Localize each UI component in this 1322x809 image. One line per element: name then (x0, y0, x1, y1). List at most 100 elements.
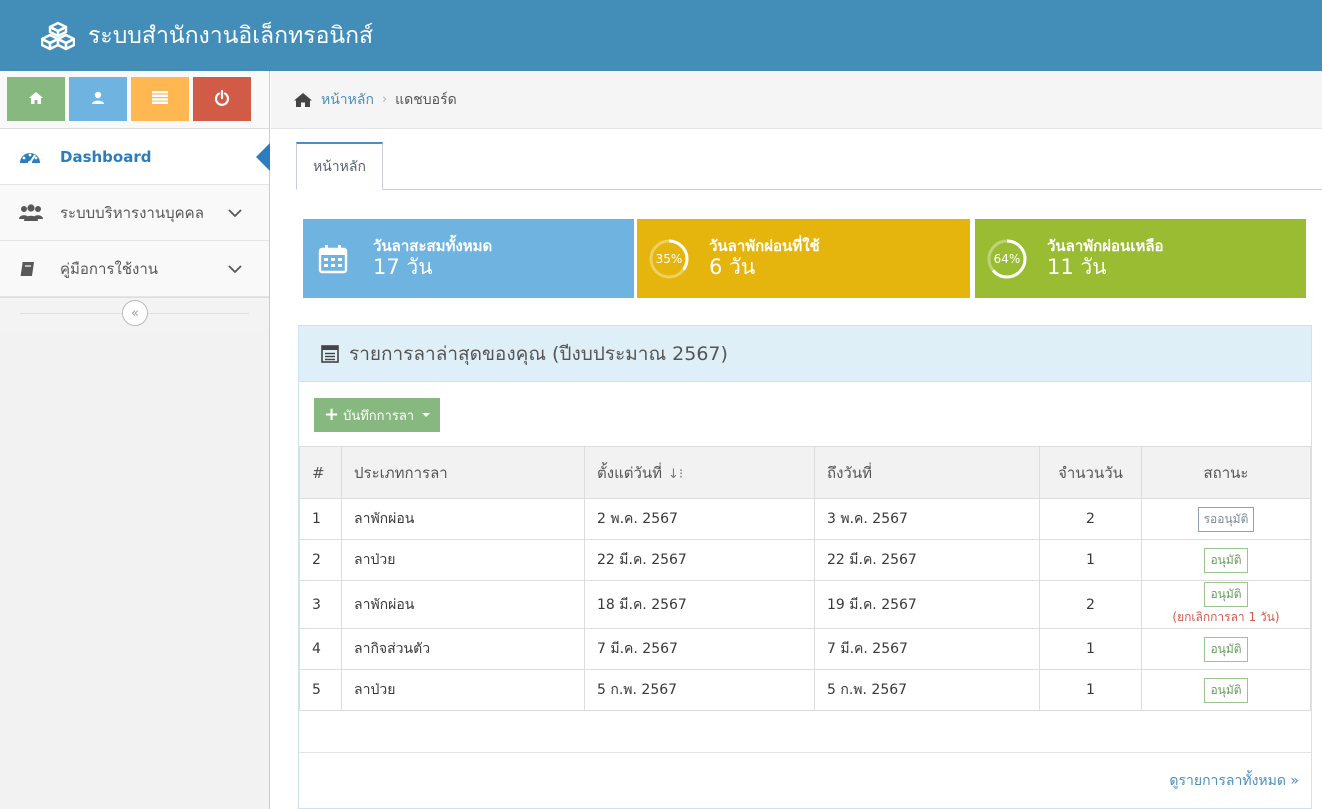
active-indicator (256, 143, 270, 171)
shortcut-home-button[interactable] (7, 77, 65, 121)
breadcrumb-home-link[interactable]: หน้าหลัก (321, 89, 374, 111)
cell-status: อนุมัติ (1141, 669, 1311, 711)
cell-type: ลากิจส่วนตัว (341, 628, 585, 670)
infobox-value: 11 วัน (1047, 255, 1107, 280)
cell-type: ลาพักผ่อน (341, 498, 585, 540)
infobox-value: 6 วัน (709, 255, 756, 280)
cell-no: 5 (299, 669, 342, 711)
status-badge[interactable]: อนุมัติ (1204, 636, 1248, 662)
progress-ring: 35% (649, 239, 689, 279)
col-header-type: ประเภทการลา (341, 446, 585, 499)
widget-header: รายการลาล่าสุดของคุณ (ปีงบประมาณ 2567) (299, 326, 1311, 382)
table-list-icon (321, 344, 343, 364)
progress-percent: 35% (655, 251, 683, 266)
sidebar-item-label: คู่มือการใช้งาน (60, 259, 158, 278)
shortcut-profile-button[interactable] (69, 77, 127, 121)
sidebar: Dashboard ระบบบริหารงานบุคคล คู่มือการใช… (0, 71, 270, 809)
calendar-icon (313, 239, 353, 279)
col-header-days: จำนวนวัน (1039, 446, 1142, 499)
sidebar-item-manual[interactable]: คู่มือการใช้งาน (0, 241, 269, 297)
app-title[interactable]: ระบบสำนักงานอิเล็กทรอนิกส์ (88, 18, 373, 54)
chevron-down-icon (225, 203, 245, 223)
cell-status: อนุมัติ (1141, 628, 1311, 670)
table-row: 4 ลากิจส่วนตัว 7 มี.ค. 2567 7 มี.ค. 2567… (299, 628, 1311, 670)
widget-title: รายการลาล่าสุดของคุณ (ปีงบประมาณ 2567) (349, 342, 728, 365)
table-header-row: # ประเภทการลา ตั้งแต่วันที่ ↓⁝ ถึงวันที่ … (299, 446, 1311, 499)
cell-days: 1 (1039, 669, 1142, 711)
caret-down-icon (422, 413, 431, 417)
status-badge[interactable]: อนุมัติ (1204, 582, 1248, 607)
cubes-icon (38, 16, 78, 56)
book-icon (18, 258, 46, 280)
infobox-remaining-vacation: 64% วันลาพักผ่อนเหลือ 11 วัน (975, 219, 1306, 298)
cell-type: ลาป่วย (341, 539, 585, 581)
status-badge[interactable]: อนุมัติ (1204, 677, 1248, 703)
sidebar-item-label: Dashboard (60, 147, 152, 166)
cell-to: 3 พ.ค. 2567 (814, 498, 1040, 540)
progress-percent: 64% (993, 251, 1021, 266)
list-icon (152, 91, 168, 107)
tab-bar: หน้าหลัก (296, 142, 1322, 190)
col-header-no: # (299, 446, 342, 499)
cell-days: 2 (1039, 580, 1142, 629)
infobox-content: วันลาสะสมทั้งหมด 17 วัน (373, 238, 492, 280)
sidebar-collapse-button[interactable]: « (122, 300, 148, 326)
sidebar-item-label: ระบบบริหารงานบุคคล (60, 203, 204, 222)
cell-from: 7 มี.ค. 2567 (584, 628, 815, 670)
cell-no: 1 (299, 498, 342, 540)
sidebar-shortcuts (0, 71, 269, 129)
tab-home[interactable]: หน้าหลัก (296, 142, 383, 190)
widget-body: + บันทึกการลา # ประเภทการลา ตั้งแต่วันที… (299, 382, 1311, 754)
cell-from: 2 พ.ค. 2567 (584, 498, 815, 540)
infobox-content: วันลาพักผ่อนที่ใช้ 6 วัน (709, 238, 820, 280)
cell-type: ลาพักผ่อน (341, 580, 585, 629)
users-icon (18, 202, 46, 224)
shortcut-list-button[interactable] (131, 77, 189, 121)
widget-footer: ดูรายการลาทั้งหมด » (299, 752, 1311, 808)
cell-from: 18 มี.ค. 2567 (584, 580, 815, 629)
cell-from: 5 ก.พ. 2567 (584, 669, 815, 711)
power-icon (214, 89, 230, 109)
cell-to: 22 มี.ค. 2567 (814, 539, 1040, 581)
leave-table: # ประเภทการลา ตั้งแต่วันที่ ↓⁝ ถึงวันที่ … (299, 446, 1311, 711)
sidebar-collapse-row: « (0, 297, 269, 331)
cell-status: อนุมัติ (1141, 539, 1311, 581)
cancel-note: (ยกเลิกการลา 1 วัน) (1172, 610, 1280, 624)
sort-desc-icon: ↓⁝ (668, 466, 684, 482)
cell-to: 5 ก.พ. 2567 (814, 669, 1040, 711)
col-header-from[interactable]: ตั้งแต่วันที่ ↓⁝ (584, 446, 815, 499)
dashboard-icon (18, 146, 46, 168)
add-leave-button[interactable]: + บันทึกการลา (314, 398, 441, 432)
cell-days: 2 (1039, 498, 1142, 540)
sidebar-item-dashboard[interactable]: Dashboard (0, 129, 270, 185)
home-icon (28, 91, 44, 108)
infobox-title: วันลาพักผ่อนที่ใช้ (709, 236, 820, 255)
table-row: 1 ลาพักผ่อน 2 พ.ค. 2567 3 พ.ค. 2567 2 รอ… (299, 498, 1311, 540)
top-navbar: ระบบสำนักงานอิเล็กทรอนิกส์ (0, 0, 1322, 71)
view-all-leave-link[interactable]: ดูรายการลาทั้งหมด » (1169, 770, 1299, 792)
infobox-title: วันลาพักผ่อนเหลือ (1047, 236, 1164, 255)
cell-no: 4 (299, 628, 342, 670)
cell-no: 3 (299, 580, 342, 629)
shortcut-logout-button[interactable] (193, 77, 251, 121)
cell-no: 2 (299, 539, 342, 581)
main-content: หน้าหลัก › แดชบอร์ด หน้าหลัก วันลาสะสมทั… (271, 71, 1322, 809)
sidebar-item-personnel[interactable]: ระบบบริหารงานบุคคล (0, 185, 269, 241)
table-row: 2 ลาป่วย 22 มี.ค. 2567 22 มี.ค. 2567 1 อ… (299, 539, 1311, 581)
cell-to: 19 มี.ค. 2567 (814, 580, 1040, 629)
infobox-value: 17 วัน (373, 255, 433, 280)
plus-icon: + (324, 404, 340, 425)
cell-from: 22 มี.ค. 2567 (584, 539, 815, 581)
home-icon (293, 91, 315, 109)
status-badge[interactable]: รออนุมัติ (1197, 506, 1255, 532)
col-header-label: ตั้งแต่วันที่ (597, 463, 663, 482)
cell-status: อนุมัติ (ยกเลิกการลา 1 วัน) (1141, 580, 1311, 629)
cell-days: 1 (1039, 539, 1142, 581)
col-header-to: ถึงวันที่ (814, 446, 1040, 499)
status-badge[interactable]: อนุมัติ (1204, 547, 1248, 573)
cell-type: ลาป่วย (341, 669, 585, 711)
breadcrumb-current: แดชบอร์ด (395, 91, 457, 108)
infobox-total-leave: วันลาสะสมทั้งหมด 17 วัน (303, 219, 634, 298)
leave-widget: รายการลาล่าสุดของคุณ (ปีงบประมาณ 2567) +… (298, 325, 1312, 809)
chevron-down-icon (225, 259, 245, 279)
